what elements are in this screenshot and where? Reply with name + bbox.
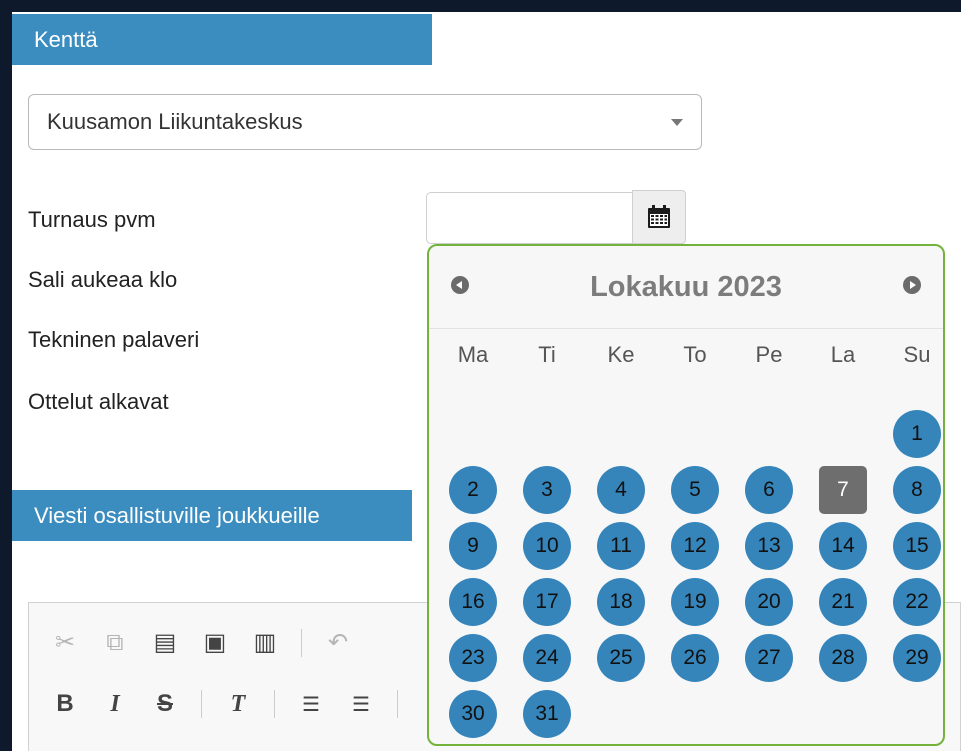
weekday-label: Su [903,342,931,367]
italic-icon[interactable]: I [101,691,129,718]
toolbar-divider [201,690,202,718]
day-cell[interactable]: 31 [523,690,571,738]
day-cell[interactable]: 14 [819,522,867,570]
next-month-icon[interactable] [903,276,921,294]
form-page: Kenttä Kuusamon Liikuntakeskus Turnaus p… [12,12,961,751]
toolbar-divider [397,690,398,718]
day-cell[interactable]: 26 [671,634,719,682]
strike-icon[interactable]: S [151,690,179,718]
day-cell[interactable]: 5 [671,466,719,514]
day-cell[interactable]: 16 [449,578,497,626]
tech-meeting-label: Tekninen palaveri [28,327,200,352]
editor-toolbar-row-1: ✂ ⧉ ▤ ▣ ▥ ↶ [51,628,352,657]
prev-month-icon[interactable] [451,276,469,294]
undo-icon[interactable]: ↶ [324,628,352,657]
cut-icon[interactable]: ✂ [51,628,79,657]
chevron-down-icon [671,119,683,126]
day-cell[interactable]: 15 [893,522,941,570]
day-cell[interactable]: 27 [745,634,793,682]
weekday-label: Ke [607,342,635,367]
calendar-icon [648,205,670,228]
paste-word-icon[interactable]: ▥ [251,628,279,657]
toolbar-divider [274,690,275,718]
day-cell[interactable]: 1 [893,410,941,458]
datepicker-month-title: Lokakuu 2023 [590,271,782,303]
numbered-list-icon[interactable]: ☰ [297,692,325,717]
bulleted-list-icon[interactable]: ☰ [347,692,375,717]
day-cell[interactable]: 11 [597,522,645,570]
weekday-label: Pe [755,342,783,367]
weekday-label: Ma [457,342,489,367]
datepicker-popup: Lokakuu 2023 Ma Ti Ke To Pe La Su 1 2 3 4 5 6 7 8 9 10 1… [427,244,945,746]
day-cell[interactable]: 28 [819,634,867,682]
date-input[interactable] [426,192,632,244]
day-cell[interactable]: 6 [745,466,793,514]
day-cell[interactable]: 19 [671,578,719,626]
weekday-label: La [830,342,856,367]
field-section-title: Kenttä [34,26,98,52]
bold-icon[interactable]: B [51,690,79,718]
day-cell[interactable]: 4 [597,466,645,514]
weekday-label: To [683,342,707,367]
day-cell[interactable]: 13 [745,522,793,570]
matches-start-label: Ottelut alkavat [28,389,169,414]
day-cell[interactable]: 10 [523,522,571,570]
day-cell[interactable]: 18 [597,578,645,626]
day-cell[interactable]: 3 [523,466,571,514]
day-cell[interactable]: 20 [745,578,793,626]
day-cell[interactable]: 30 [449,690,497,738]
venue-select[interactable]: Kuusamon Liikuntakeskus [28,94,702,150]
paste-text-icon[interactable]: ▣ [201,628,229,657]
day-cell[interactable]: 24 [523,634,571,682]
day-cell[interactable]: 23 [449,634,497,682]
copy-icon[interactable]: ⧉ [101,629,129,657]
day-cell[interactable]: 12 [671,522,719,570]
calendar-button[interactable] [632,190,686,244]
toolbar-divider [301,628,302,657]
day-cell[interactable]: 17 [523,578,571,626]
message-section-header: Viesti osallistuville joukkueille [12,490,412,541]
message-section-title: Viesti osallistuville joukkueille [34,502,320,528]
day-cell[interactable]: 9 [449,522,497,570]
day-cell[interactable]: 21 [819,578,867,626]
weekday-label: Ti [538,342,556,367]
remove-format-icon[interactable]: T [224,691,252,718]
editor-toolbar-row-2: B I S T ☰ ☰ [51,690,398,718]
day-cell[interactable]: 29 [893,634,941,682]
day-cell[interactable]: 22 [893,578,941,626]
venue-select-value: Kuusamon Liikuntakeskus [47,109,303,134]
day-cell[interactable]: 25 [597,634,645,682]
hall-opens-label: Sali aukeaa klo [28,267,178,292]
day-cell[interactable]: 8 [893,466,941,514]
day-cell[interactable]: 7 [819,466,867,514]
date-label: Turnaus pvm [28,207,156,232]
paste-icon[interactable]: ▤ [151,628,179,657]
day-cell[interactable]: 2 [449,466,497,514]
field-section-header: Kenttä [12,14,432,65]
datepicker-header: Lokakuu 2023 [429,246,943,329]
